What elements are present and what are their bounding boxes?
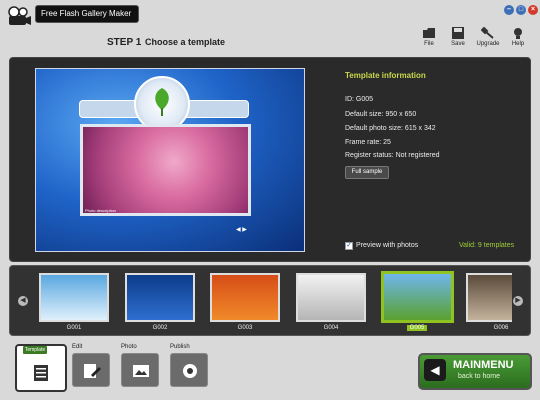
preview-nav-icon: ◀ ▶ [236, 227, 247, 233]
photo-icon [133, 365, 149, 377]
template-thumbnail[interactable] [296, 273, 366, 322]
template-id: ID: G005 [345, 96, 374, 103]
step-publish-label: Publish [170, 344, 190, 350]
template-thumbnail-selected[interactable] [381, 271, 454, 323]
main-menu-title: MAINMENU [453, 359, 514, 371]
close-button[interactable]: × [528, 5, 538, 15]
template-thumbnail[interactable] [125, 273, 195, 322]
save-button[interactable]: Save [445, 27, 471, 51]
app-logo-icon [6, 5, 32, 27]
full-sample-button[interactable]: Full sample [345, 166, 389, 179]
step-template-label: Template [23, 346, 47, 354]
help-label: Help [511, 41, 525, 47]
step-edit-label: Edit [72, 344, 83, 350]
valid-templates-count: Valid: 9 templates [459, 242, 515, 249]
maximize-button[interactable]: □ [516, 5, 526, 15]
folder-icon [423, 28, 435, 38]
back-arrow-icon: ◀ [424, 359, 446, 381]
template-thumbnail-label: G001 [66, 325, 82, 331]
scroll-left-button[interactable]: ◀ [18, 296, 28, 306]
step-number: STEP 1 [107, 37, 142, 48]
template-thumbnail[interactable] [39, 273, 109, 322]
preview-caption: Photo description [85, 208, 116, 213]
document-icon [34, 365, 48, 381]
app-title: Free Flash Gallery Maker [35, 5, 139, 23]
step-photo-button[interactable] [121, 353, 159, 387]
edit-icon [84, 364, 101, 378]
template-thumbnail-label: G003 [237, 325, 253, 331]
wrench-icon [481, 27, 494, 39]
leaf-icon [155, 88, 169, 116]
template-thumbnail-label: G004 [323, 325, 339, 331]
preview-with-photos-label: Preview with photos [356, 242, 419, 249]
template-frame-rate: Frame rate: 25 [345, 139, 391, 146]
step-publish-button[interactable] [170, 353, 208, 387]
step-photo-label: Photo [121, 344, 137, 350]
template-thumbnail-label-selected: G005 [407, 325, 427, 331]
template-thumbnail-label: G006 [493, 325, 509, 331]
template-thumbnail[interactable] [210, 273, 280, 322]
main-menu-subtitle: back to home [458, 373, 501, 380]
minimize-button[interactable]: – [504, 5, 514, 15]
scroll-right-button[interactable]: ▶ [513, 296, 523, 306]
lightbulb-icon [514, 28, 522, 39]
template-photo-size: Default photo size: 615 x 342 [345, 125, 436, 132]
register-status: Register status: Not registered [345, 152, 440, 159]
template-thumbnail-label: G002 [152, 325, 168, 331]
preview-photo [80, 124, 251, 216]
template-default-size: Default size: 950 x 650 [345, 111, 417, 118]
step-edit-button[interactable] [72, 353, 110, 387]
publish-icon [183, 364, 197, 378]
upgrade-button[interactable]: Upgrade [475, 27, 501, 51]
help-button[interactable]: Help [505, 27, 531, 51]
save-icon [452, 27, 464, 39]
template-info-title: Template information [345, 71, 426, 80]
file-button[interactable]: File [416, 27, 442, 51]
template-thumbnail[interactable] [466, 273, 512, 322]
preview-with-photos-checkbox[interactable]: ✓ [345, 242, 353, 250]
step-title: Choose a template [145, 37, 226, 47]
